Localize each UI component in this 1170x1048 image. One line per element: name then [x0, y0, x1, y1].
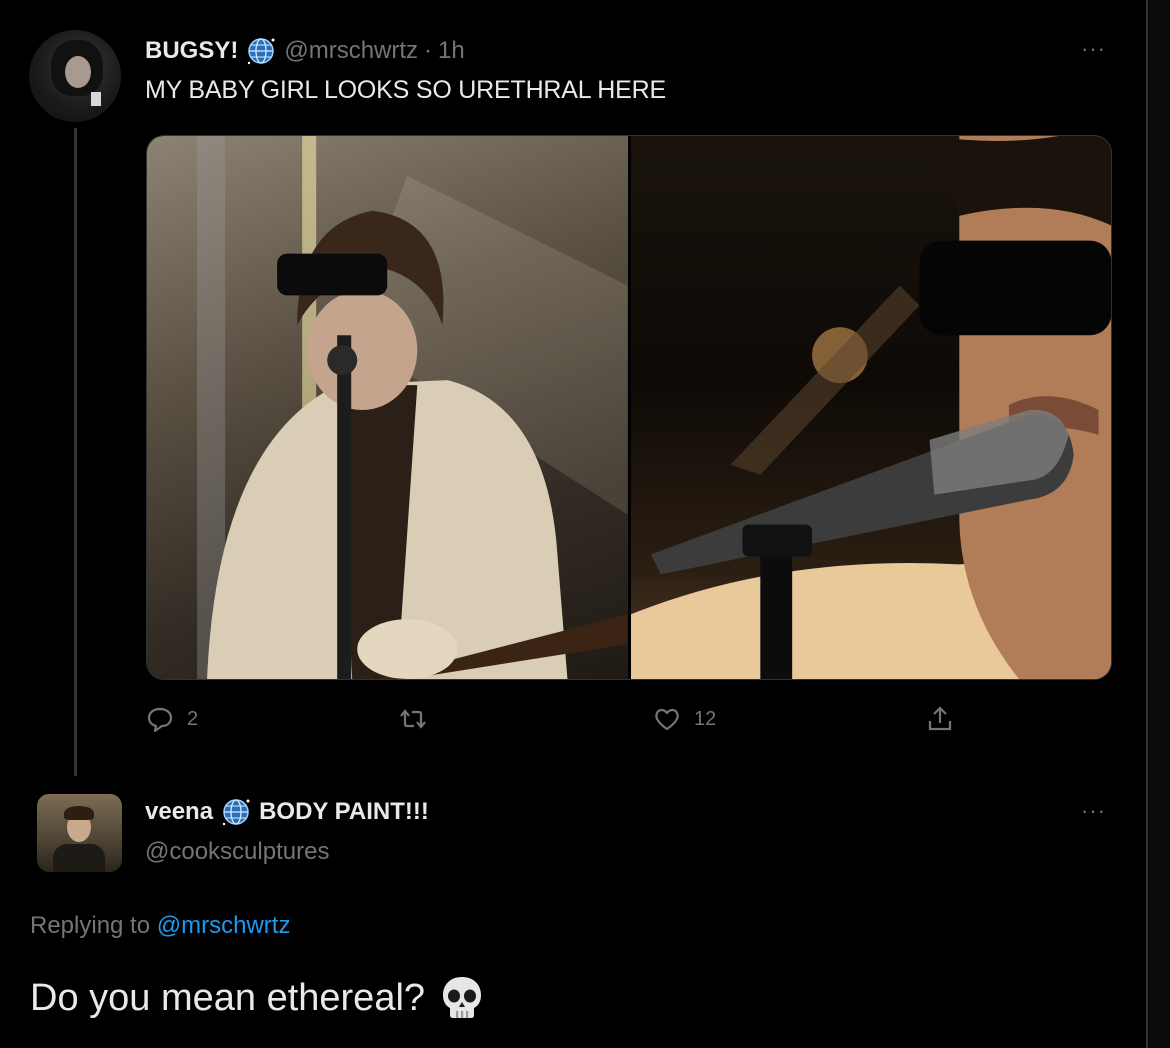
- photo-right-image: [630, 136, 1111, 679]
- avatar[interactable]: [29, 30, 121, 122]
- handle[interactable]: @cooksculptures: [145, 838, 329, 866]
- thread-line: [74, 128, 77, 776]
- heart-icon: [655, 708, 679, 731]
- display-name[interactable]: BUGSY!: [145, 37, 238, 65]
- skull-icon: [443, 977, 482, 1018]
- more-options-button[interactable]: ···: [1081, 798, 1106, 824]
- media-grid[interactable]: [146, 135, 1112, 680]
- reply-text: Do you mean ethereal?: [30, 976, 426, 1019]
- tweet-header: BUGSY! @mrschwrtz · 1h: [145, 36, 465, 66]
- reply-icon: [147, 707, 173, 733]
- photo-right[interactable]: [630, 136, 1111, 679]
- share-icon: [928, 706, 952, 731]
- reply-button[interactable]: 2: [145, 704, 198, 734]
- share-button[interactable]: [925, 704, 967, 734]
- retweet-icon: [400, 709, 426, 729]
- globe-icon: [222, 799, 250, 826]
- retweet-button[interactable]: [398, 704, 440, 734]
- globe-icon: [248, 38, 275, 65]
- like-button[interactable]: 12: [652, 704, 716, 734]
- display-name[interactable]: veena: [145, 798, 213, 826]
- photo-left[interactable]: [147, 136, 628, 679]
- handle[interactable]: @mrschwrtz: [284, 37, 418, 65]
- display-name-suffix[interactable]: BODY PAINT!!!: [259, 798, 429, 826]
- like-count: 12: [694, 707, 717, 730]
- avatar[interactable]: [37, 794, 122, 872]
- tweet-text: MY BABY GIRL LOOKS SO URETHRAL HERE: [145, 76, 666, 104]
- reply-header: veena BODY PAINT!!!: [145, 797, 429, 827]
- replying-prefix: Replying to: [30, 912, 151, 939]
- replying-to: Replying to @mrschwrtz: [30, 912, 290, 940]
- more-options-button[interactable]: ···: [1081, 36, 1106, 62]
- reply-handle-row: @cooksculptures: [145, 838, 329, 866]
- separator: ·: [424, 37, 433, 64]
- scrollbar-track[interactable]: [1146, 0, 1170, 1048]
- reply-count: 2: [187, 707, 199, 730]
- photo-left-image: [197, 136, 628, 679]
- reply-text-row: Do you mean ethereal?: [30, 973, 487, 1023]
- tweet-actions: 2 12: [0, 704, 1170, 744]
- timestamp[interactable]: 1h: [438, 37, 465, 65]
- replying-mention[interactable]: @mrschwrtz: [157, 912, 291, 939]
